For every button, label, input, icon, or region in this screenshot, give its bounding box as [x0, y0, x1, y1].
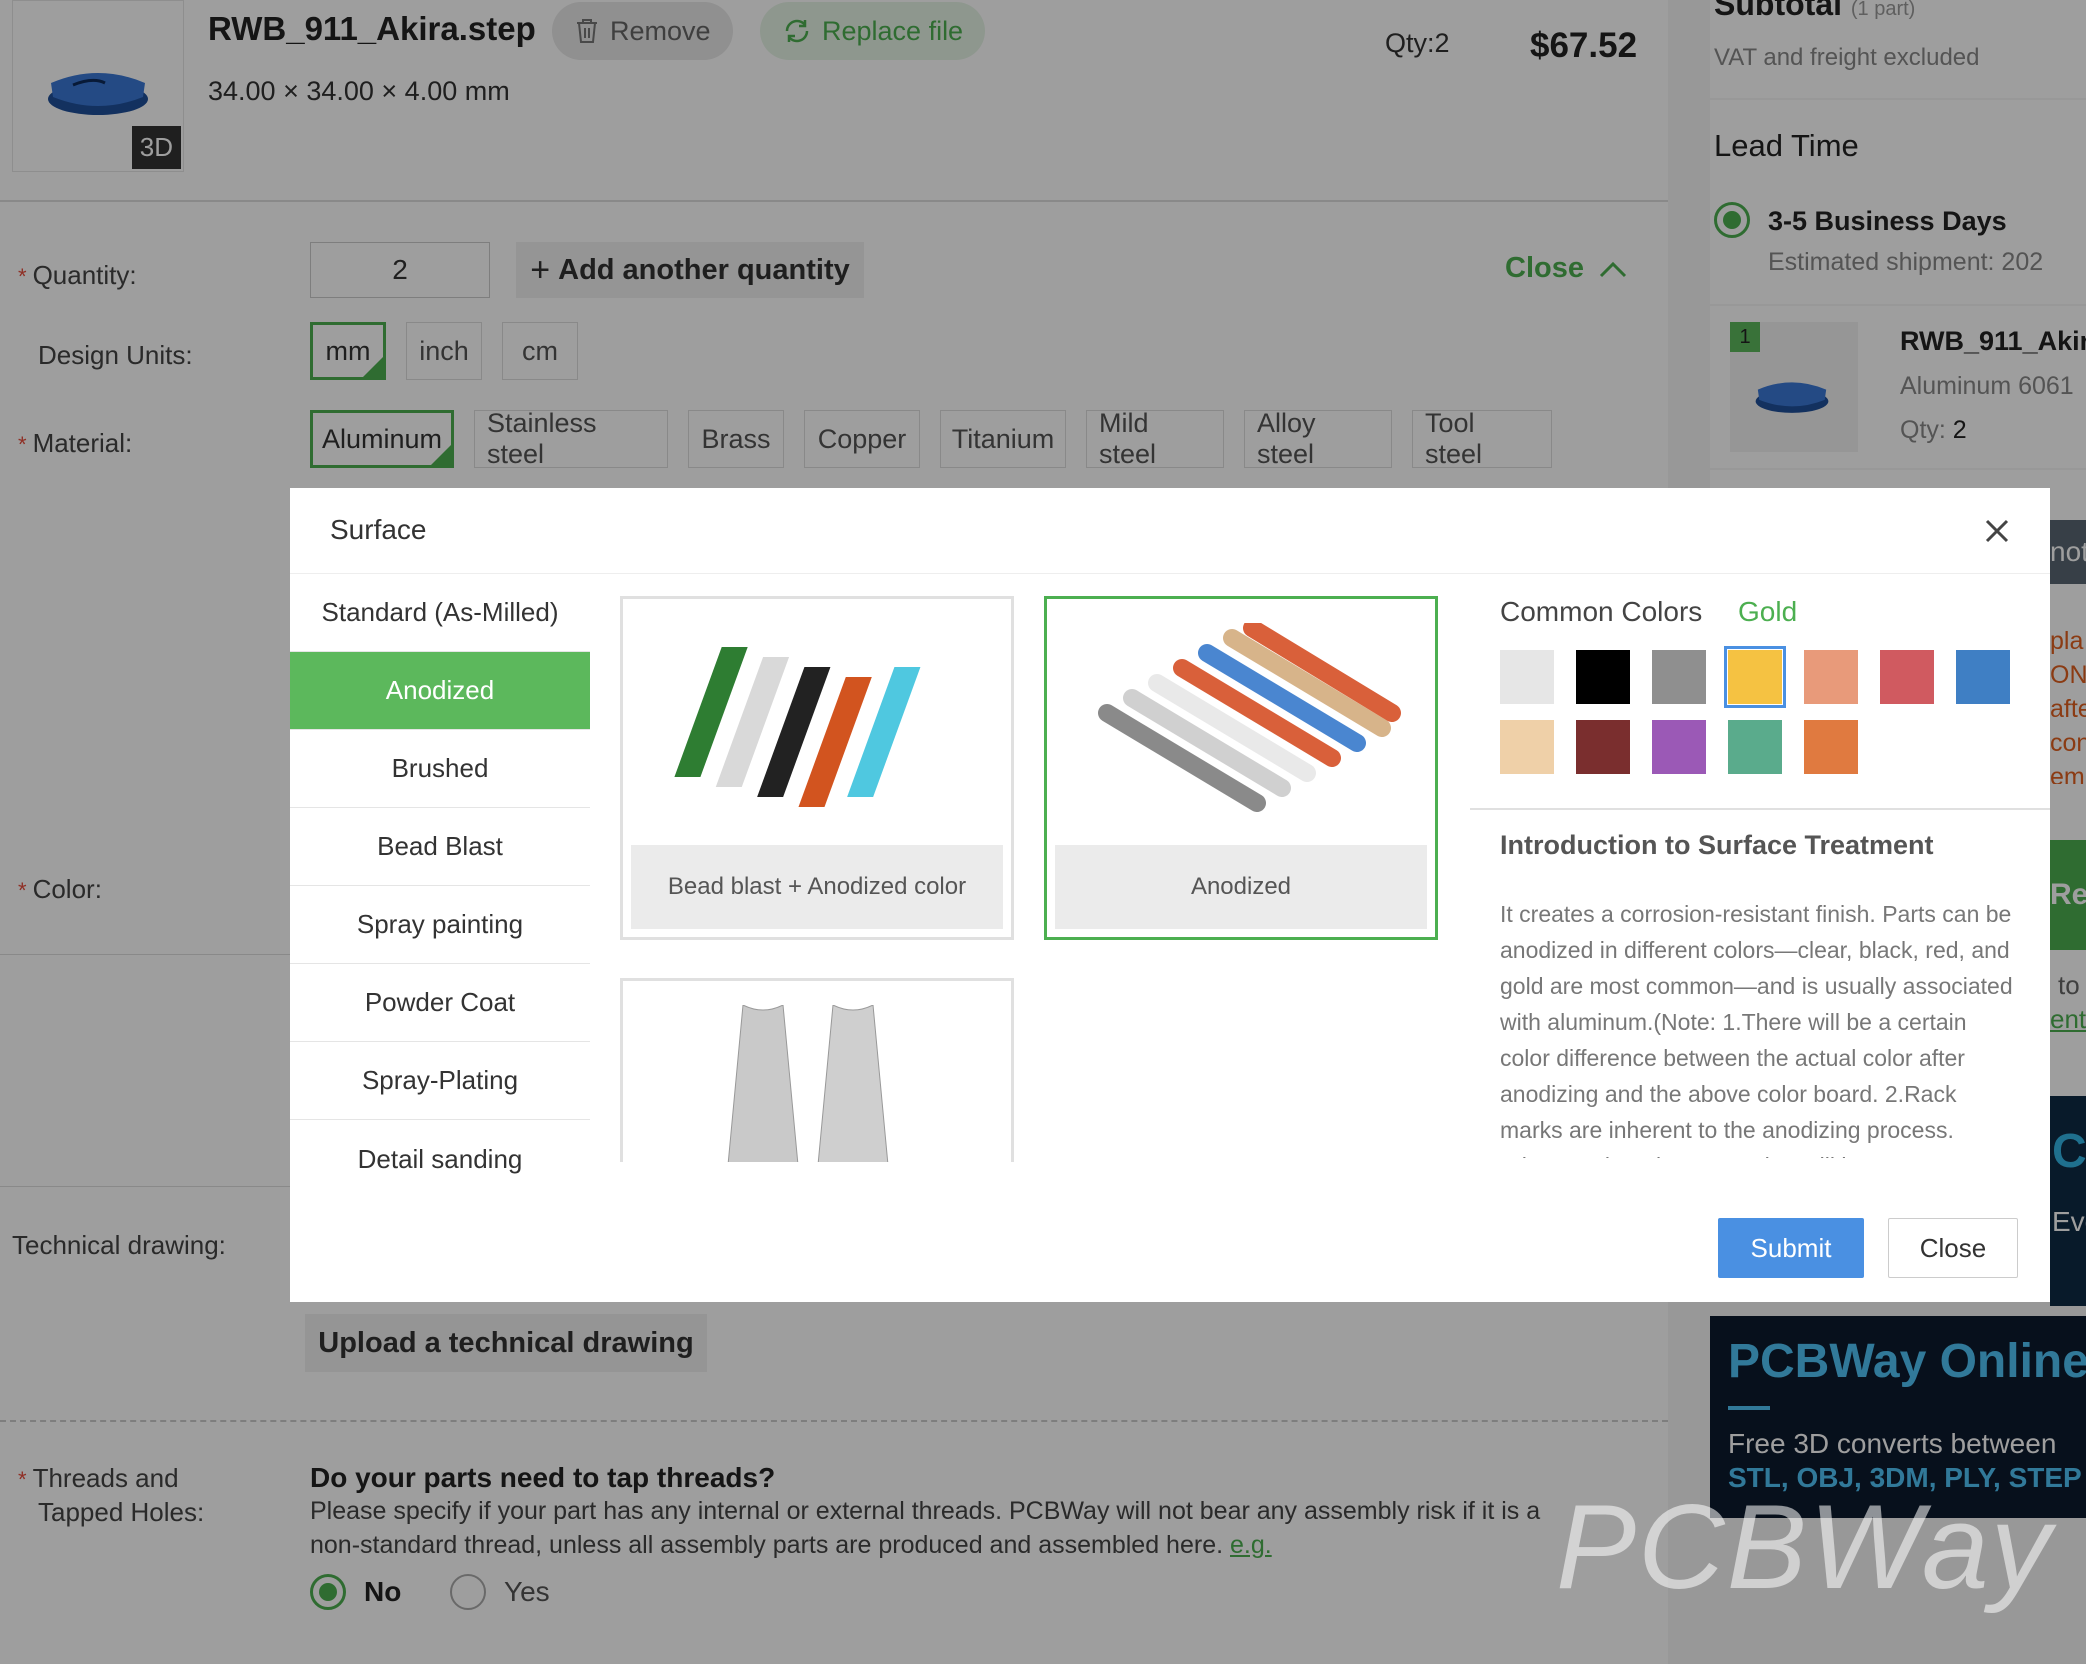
intro-text: It creates a corrosion-resistant finish.…: [1500, 901, 2013, 1158]
tab-bead-blast[interactable]: Bead Blast: [290, 808, 590, 886]
tab-standard-as-milled[interactable]: Standard (As-Milled): [290, 574, 590, 652]
color-swatch[interactable]: [1576, 720, 1630, 774]
color-swatch[interactable]: [1500, 720, 1554, 774]
common-colors-label: Common Colors: [1500, 596, 1703, 627]
color-swatch[interactable]: [1576, 650, 1630, 704]
surface-modal: Surface Standard (As-Milled) Anodized Br…: [290, 488, 2050, 1302]
anodized-tubes-image: [1098, 623, 1401, 812]
color-swatch-grid: [1500, 646, 2020, 780]
intro-title: Introduction to Surface Treatment: [1500, 830, 1934, 860]
surface-tab-list: Standard (As-Milled) Anodized Brushed Be…: [290, 574, 590, 1198]
color-swatch[interactable]: [1652, 650, 1706, 704]
surface-card-anodized[interactable]: Anodized: [1044, 596, 1438, 940]
submit-button[interactable]: Submit: [1718, 1218, 1864, 1278]
surface-card-brushed-preview[interactable]: [620, 978, 1014, 1162]
divider: [1470, 808, 2050, 810]
surface-option-grid: Bead blast + Anodized color Anodized: [620, 584, 1460, 1162]
tab-spray-painting[interactable]: Spray painting: [290, 886, 590, 964]
modal-header: [290, 488, 2050, 574]
surface-card-label: Bead blast + Anodized color: [631, 845, 1003, 929]
color-swatch[interactable]: [1956, 650, 2010, 704]
selected-color-name: Gold: [1738, 596, 1798, 627]
tab-brushed[interactable]: Brushed: [290, 730, 590, 808]
close-button[interactable]: Close: [1888, 1218, 2018, 1278]
surface-card-bead-blast-anodized[interactable]: Bead blast + Anodized color: [620, 596, 1014, 940]
tab-detail-sanding[interactable]: Detail sanding: [290, 1120, 590, 1198]
tab-anodized[interactable]: Anodized: [290, 652, 590, 730]
anodized-profiles-image: [674, 647, 921, 807]
color-swatch[interactable]: [1804, 720, 1858, 774]
color-swatch[interactable]: [1724, 646, 1786, 708]
close-icon[interactable]: [1982, 516, 2012, 546]
color-swatch[interactable]: [1500, 650, 1554, 704]
color-swatch[interactable]: [1652, 720, 1706, 774]
color-swatch[interactable]: [1728, 720, 1782, 774]
brushed-profile-image: [727, 1005, 889, 1162]
watermark-logo: PCBWay: [1556, 1480, 2053, 1614]
color-swatch[interactable]: [1880, 650, 1934, 704]
surface-card-label: Anodized: [1055, 845, 1427, 929]
modal-title: Surface: [330, 514, 427, 545]
color-swatch[interactable]: [1804, 650, 1858, 704]
tab-powder-coat[interactable]: Powder Coat: [290, 964, 590, 1042]
tab-spray-plating[interactable]: Spray-Plating: [290, 1042, 590, 1120]
